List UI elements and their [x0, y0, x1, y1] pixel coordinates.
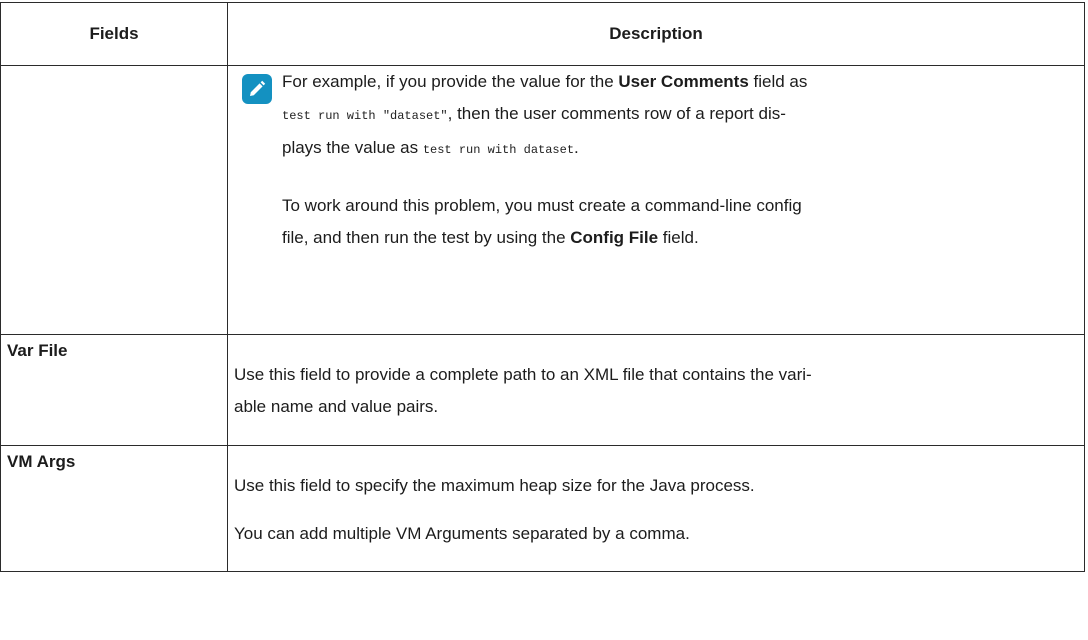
config-file-term: Config File	[570, 228, 659, 247]
description-cell: Use this field to provide a complete pat…	[227, 334, 1085, 446]
field-name-vm-args: VM Args	[0, 445, 228, 572]
code-example-quoted: test run with "dataset"	[282, 109, 448, 123]
pencil-icon	[242, 74, 272, 104]
field-name-var-file: Var File	[0, 334, 228, 446]
column-header-fields: Fields	[0, 2, 228, 66]
note-block: For example, if you provide the value fo…	[234, 66, 1084, 254]
vm-args-note: You can add multiple VM Arguments separa…	[234, 524, 690, 543]
code-example-result: test run with dataset	[422, 143, 575, 157]
note-paragraph: For example, if you provide the value fo…	[282, 72, 808, 157]
description-cell: Use this field to specify the maximum he…	[227, 445, 1085, 572]
table-row: Var File Use this field to provide a com…	[0, 334, 1085, 446]
table-row: For example, if you provide the value fo…	[0, 65, 1085, 335]
user-comments-term: User Comments	[618, 72, 749, 91]
workaround-paragraph: To work around this problem, you must cr…	[282, 196, 802, 247]
table-row: VM Args Use this field to specify the ma…	[0, 445, 1085, 572]
vm-args-description: Use this field to specify the maximum he…	[234, 476, 755, 495]
var-file-description: Use this field to provide a complete pat…	[234, 365, 812, 416]
table-header-row: Fields Description	[0, 2, 1085, 66]
column-header-description: Description	[227, 2, 1085, 66]
field-name-cell	[0, 65, 228, 335]
fields-table: Fields Description For example, if you p…	[0, 2, 1085, 572]
description-cell: For example, if you provide the value fo…	[227, 65, 1085, 335]
